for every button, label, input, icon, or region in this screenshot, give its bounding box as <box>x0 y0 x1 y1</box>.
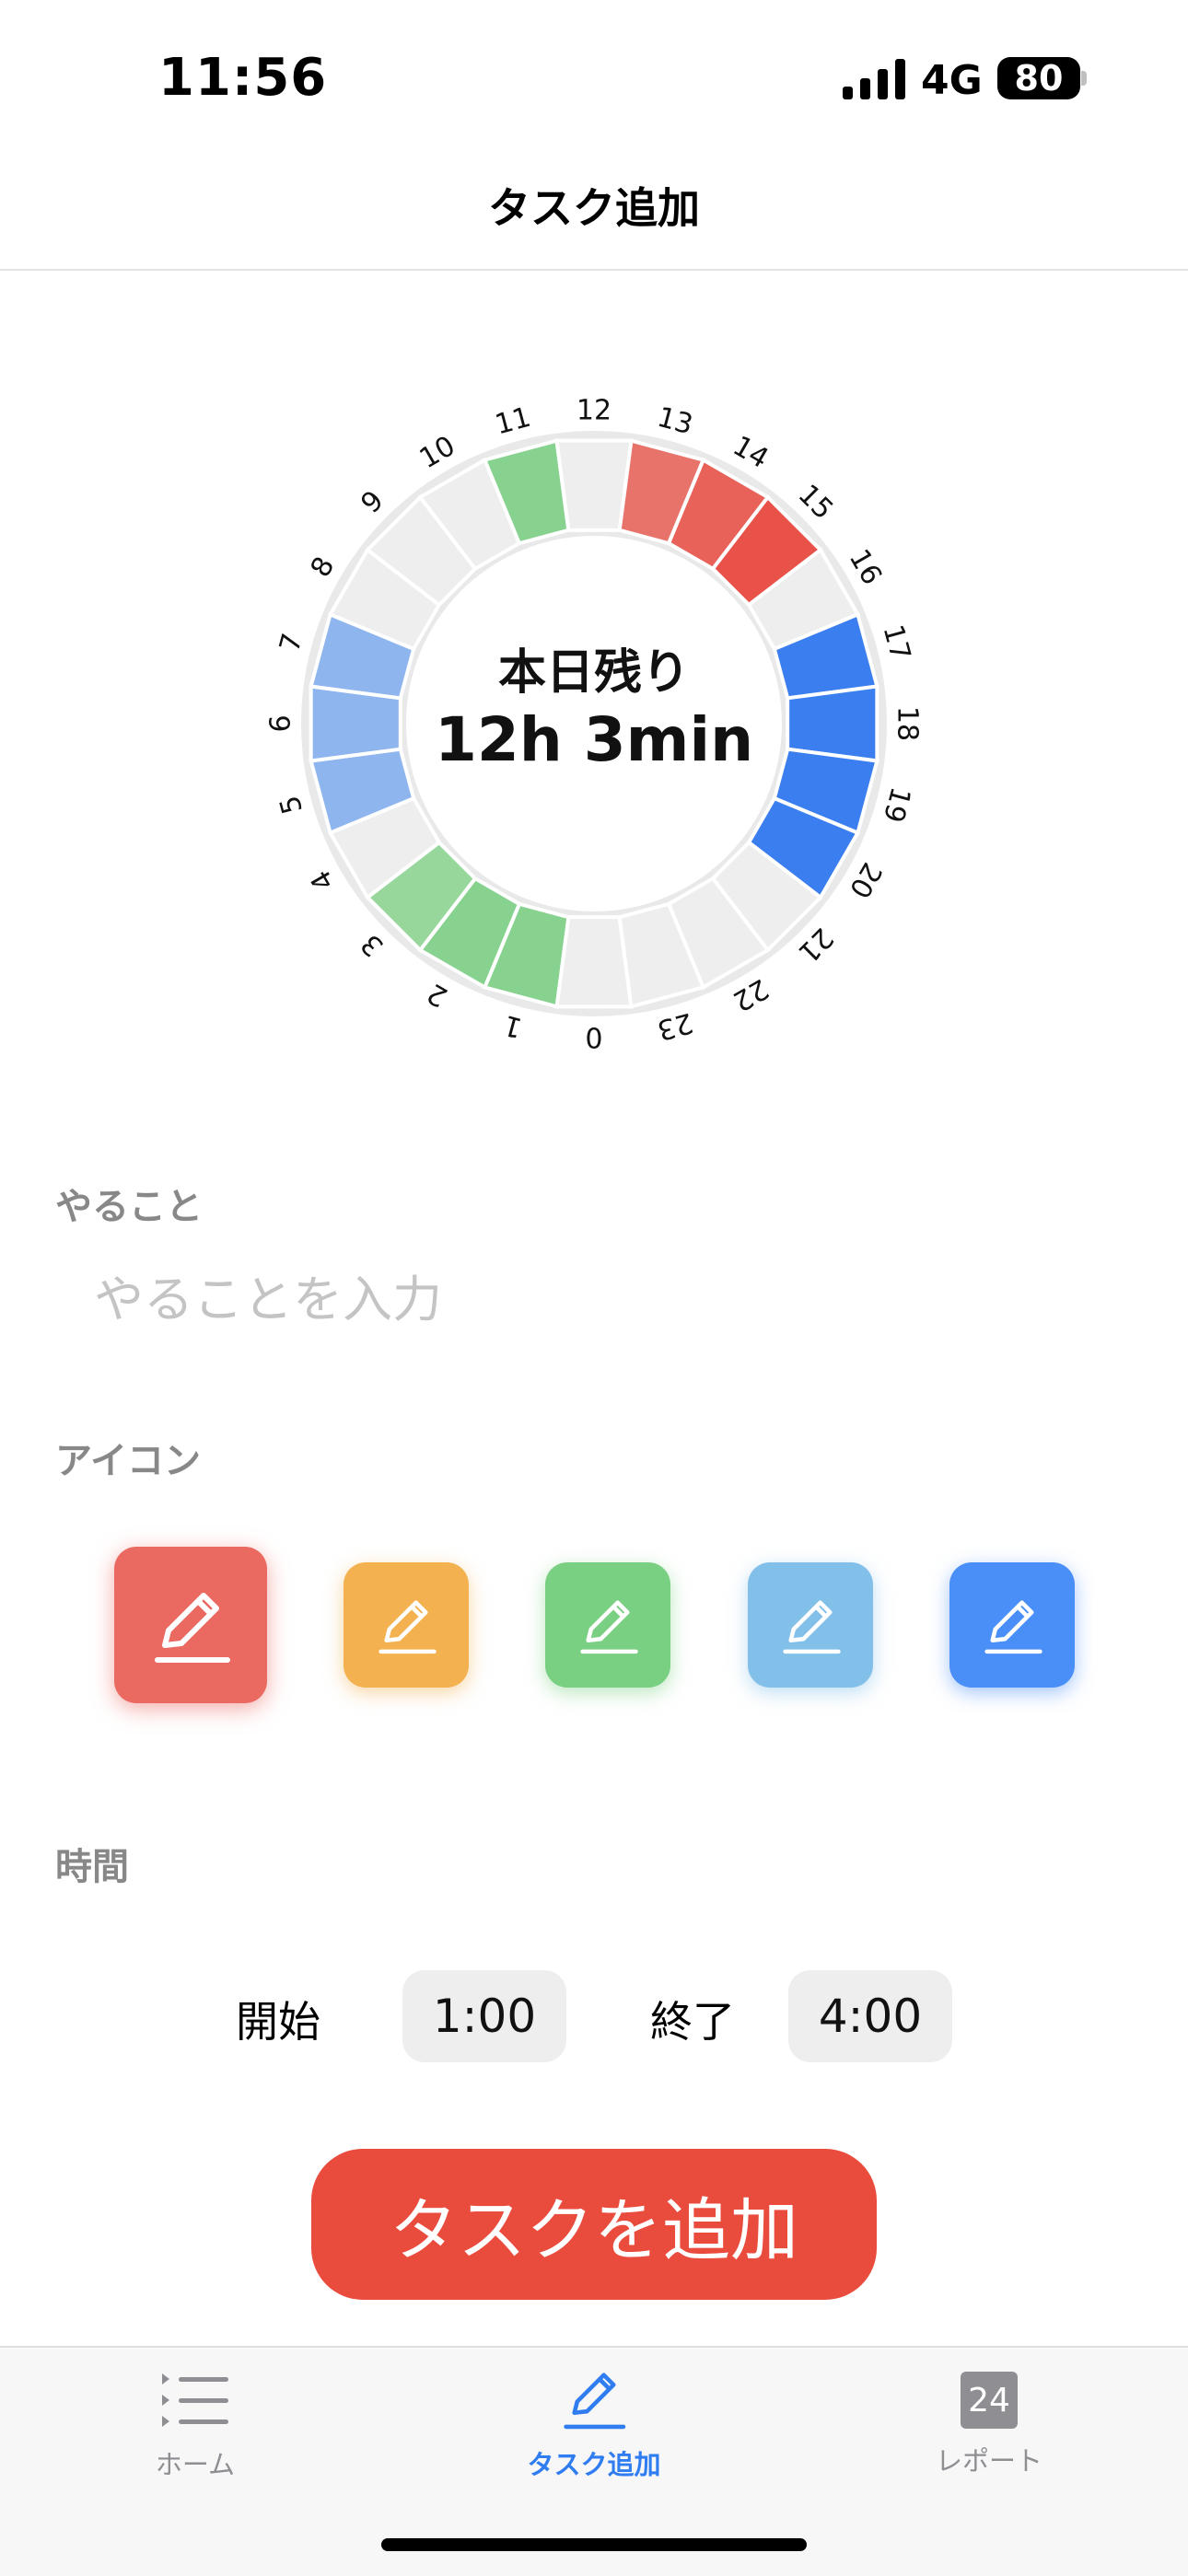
calendar-icon: 24 <box>961 2372 1018 2429</box>
status-time: 11:56 <box>158 48 328 108</box>
pencil-icon <box>580 1600 638 1654</box>
hour-label-7: 7 <box>274 630 309 656</box>
icon-option-red[interactable] <box>114 1547 267 1703</box>
page-title: タスク追加 <box>488 183 700 233</box>
hour-label-9: 9 <box>355 484 390 519</box>
hour-label-2: 2 <box>422 977 453 1014</box>
icon-option-blue[interactable] <box>949 1562 1075 1688</box>
remaining-label: 本日残り <box>498 645 690 701</box>
cellular-signal-icon <box>843 59 905 99</box>
hour-label-12: 12 <box>577 395 611 427</box>
battery-level: 80 <box>1014 58 1064 99</box>
icon-option-green[interactable] <box>545 1562 670 1688</box>
tab-home-label: ホーム <box>155 2449 236 2480</box>
home-indicator <box>381 2538 807 2551</box>
hour-label-6: 6 <box>265 714 297 732</box>
nav-divider <box>0 269 1188 271</box>
tab-add-task-label: タスク追加 <box>527 2449 661 2480</box>
hour-label-11: 11 <box>492 401 534 442</box>
hour-label-23: 23 <box>654 1006 696 1047</box>
battery-icon: 80 <box>997 57 1080 99</box>
tab-report[interactable]: 24 レポート <box>869 2357 1109 2504</box>
add-task-button[interactable]: タスクを追加 <box>311 2149 877 2300</box>
hour-label-3: 3 <box>355 927 390 962</box>
icon-label: アイコン <box>55 1440 201 1482</box>
network-type: 4G <box>921 57 983 104</box>
icon-option-orange[interactable] <box>344 1562 469 1688</box>
tab-report-label: レポート <box>935 2445 1042 2477</box>
start-label: 開始 <box>236 1997 320 2047</box>
hour-label-18: 18 <box>891 706 924 741</box>
battery-tip <box>1081 71 1087 86</box>
hour-label-8: 8 <box>305 551 342 583</box>
hour-label-4: 4 <box>305 864 342 896</box>
list-icon <box>162 2373 228 2427</box>
end-label: 終了 <box>650 1997 735 2047</box>
hour-label-19: 19 <box>877 783 917 826</box>
pencil-icon <box>379 1600 437 1654</box>
task-label: やること <box>55 1186 203 1228</box>
pencil-icon <box>984 1600 1042 1654</box>
time-label: 時間 <box>55 1846 129 1888</box>
hour-label-13: 13 <box>654 401 696 442</box>
task-input[interactable] <box>92 1261 1109 1337</box>
pencil-icon <box>783 1600 841 1654</box>
tab-home[interactable]: ホーム <box>76 2357 315 2504</box>
tab-add-task[interactable]: タスク追加 <box>474 2357 714 2504</box>
start-time-picker[interactable]: 1:00 <box>402 1970 566 2062</box>
hour-label-5: 5 <box>274 792 309 818</box>
hour-label-1: 1 <box>500 1008 526 1044</box>
remaining-time: 12h 3min <box>435 704 753 775</box>
hour-label-17: 17 <box>877 621 917 664</box>
calendar-day: 24 <box>968 2381 1010 2419</box>
hour-label-0: 0 <box>585 1021 602 1053</box>
day-clock-chart: 01234567891011 12 1314151617181920212223 本… <box>265 395 924 1053</box>
icon-option-lightblue[interactable] <box>748 1562 873 1688</box>
pencil-icon <box>155 1593 230 1663</box>
pencil-icon <box>564 2373 626 2430</box>
end-time-picker[interactable]: 4:00 <box>788 1970 952 2062</box>
